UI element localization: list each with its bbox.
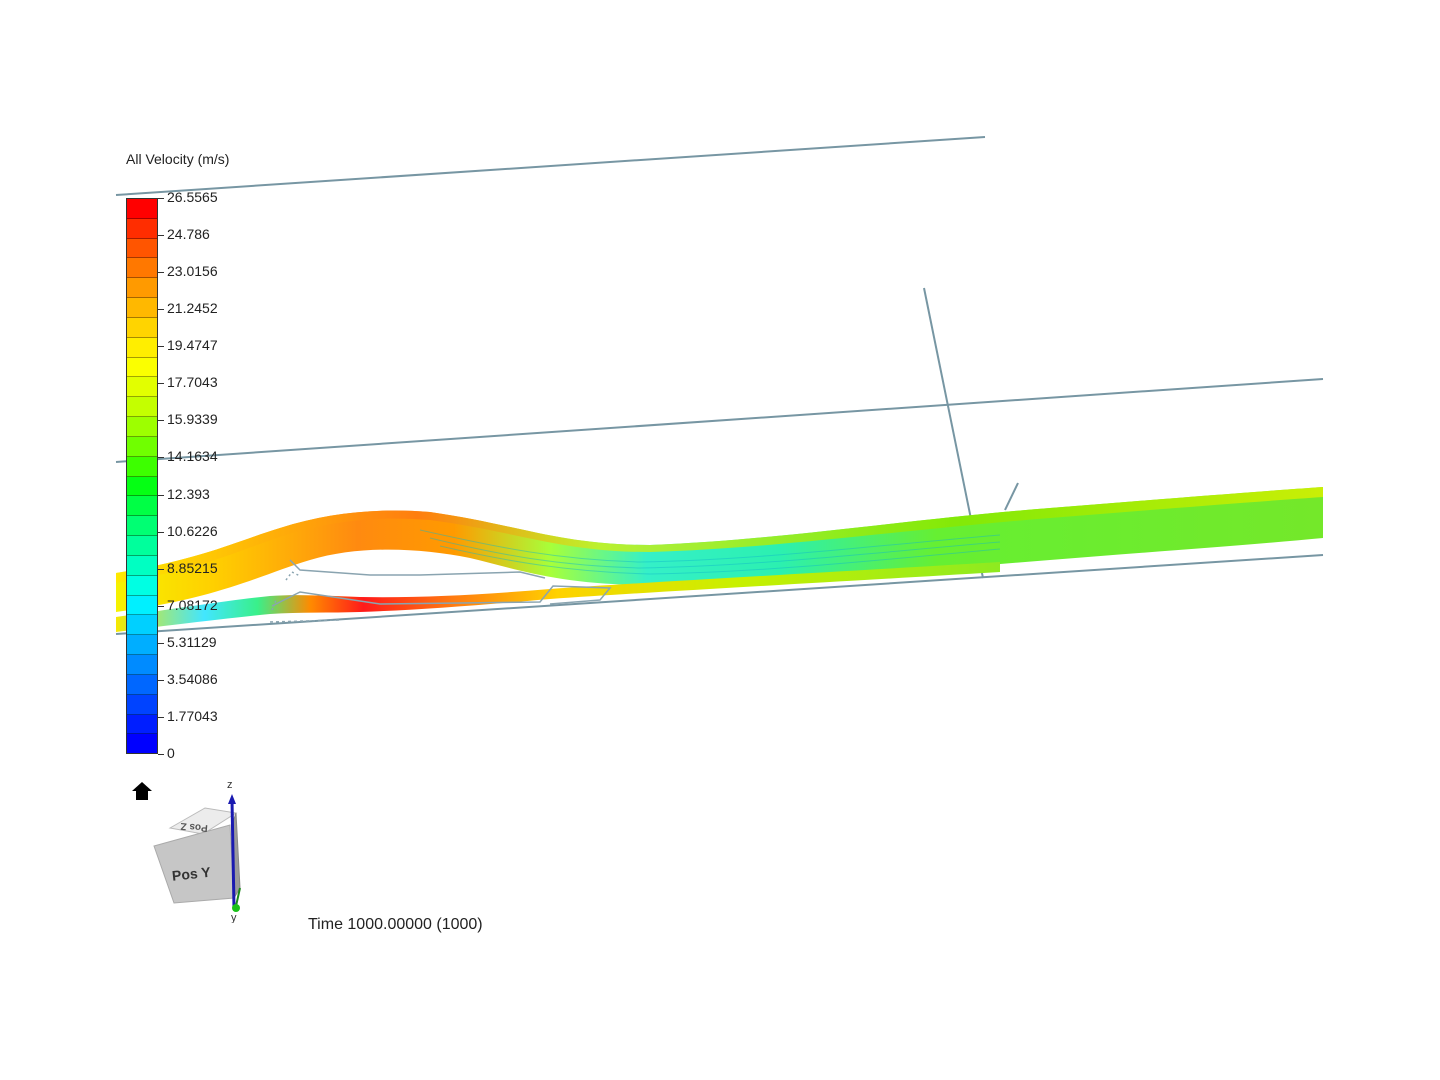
legend-band [127,615,157,636]
legend-tick-label: 10.6226 [167,522,218,539]
legend-band [127,337,157,358]
legend-tick-label: 26.5565 [167,189,218,205]
view-cube-front-face[interactable] [153,824,235,904]
legend-band [127,714,157,735]
legend-tick-label: 8.85215 [167,559,218,576]
legend-band [127,377,157,398]
legend-tick-mark [158,679,164,681]
legend-tick-label: 17.7043 [167,374,218,391]
legend-color-bar [126,198,158,754]
view-cube[interactable]: Pos Y Pos Z z y [148,778,258,923]
legend-tick-label: 19.4747 [167,337,218,354]
legend-band [127,417,157,437]
legend-tick-mark [158,494,164,496]
legend-tick-label: 12.393 [167,485,210,502]
velocity-streamlines [116,487,1323,632]
legend-tick-label: 23.0156 [167,263,218,280]
legend-band [127,734,157,754]
legend-tick-mark [158,383,164,385]
legend-band [127,496,157,517]
y-axis-label: y [231,912,237,923]
legend-tick-mark [158,457,164,459]
legend-band [127,456,157,477]
legend-band [127,476,157,497]
z-axis-arrow [228,794,236,804]
legend-tick-mark [158,420,164,422]
legend-band [127,595,157,616]
legend-tick-mark [158,309,164,311]
legend-tick-label: 21.2452 [167,300,218,317]
z-axis-label: z [227,779,233,791]
legend-band [127,317,157,338]
legend-tick-mark [158,198,164,199]
legend-tick-label: 5.31129 [167,633,217,650]
legend-band [127,655,157,675]
legend-band [127,258,157,279]
legend-tick-mark [158,272,164,274]
legend-title: All Velocity (m/s) [126,151,230,167]
legend-tick-mark [158,716,164,718]
legend-tick-label: 0 [167,745,175,761]
legend-tick-mark [158,568,164,570]
legend-tick-label: 3.54086 [167,670,218,687]
legend-band [127,674,157,695]
legend-tick-label: 1.77043 [167,707,218,724]
legend-tick-mark [158,531,164,533]
legend-band [127,516,157,537]
legend-band [127,278,157,299]
legend-band [127,238,157,259]
legend-band [127,575,157,596]
legend-band [127,199,157,219]
legend-tick-mark [158,605,164,607]
legend-tick-mark [158,642,164,644]
legend-band [127,536,157,556]
legend-tick-mark [158,754,164,755]
legend-band [127,555,157,576]
legend-band [127,694,157,715]
legend-tick-label: 24.786 [167,226,210,243]
legend-band [127,436,157,457]
legend-tick-mark [158,235,164,237]
y-axis-point [232,904,240,912]
legend-tick-mark [158,346,164,348]
legend-tick-label: 15.9339 [167,411,218,428]
legend-band [127,397,157,418]
legend-band [127,635,157,656]
legend-band [127,218,157,239]
legend-tick-label: 14.1634 [167,448,218,465]
legend-tick-label: 7.08172 [167,596,218,613]
z-axis-line [230,799,236,909]
time-readout: Time 1000.00000 (1000) [308,916,483,933]
legend-band [127,298,157,318]
legend-band [127,357,157,378]
